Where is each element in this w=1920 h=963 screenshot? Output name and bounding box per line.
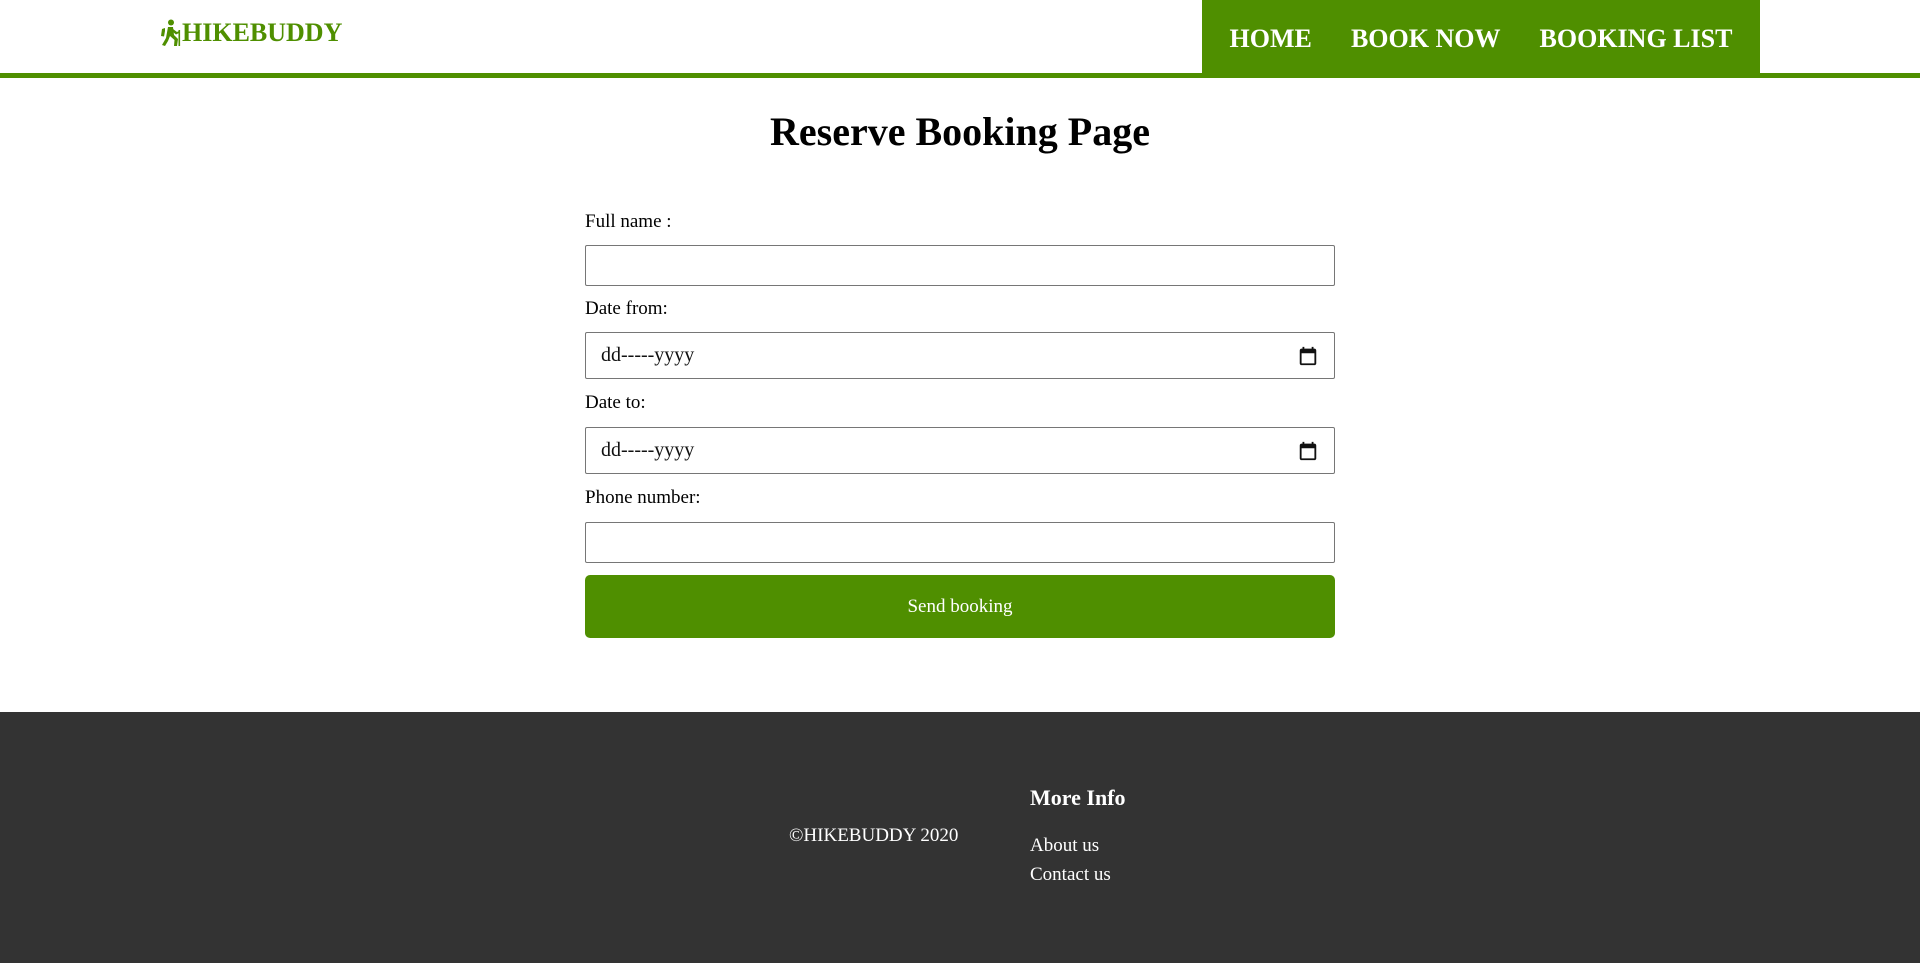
date-from-label: Date from:: [585, 298, 668, 319]
nav-booking-list[interactable]: BOOKING LIST: [1540, 24, 1733, 54]
site-header: HIKEBUDDY HOME BOOK NOW BOOKING LIST: [0, 0, 1920, 78]
logo-link[interactable]: HIKEBUDDY: [159, 18, 342, 48]
page: HIKEBUDDY HOME BOOK NOW BOOKING LIST Res…: [0, 0, 1920, 963]
hiker-icon: [161, 19, 181, 46]
calendar-icon[interactable]: [1297, 345, 1319, 367]
full-name-input[interactable]: [585, 245, 1335, 286]
full-name-label: Full name :: [585, 211, 672, 232]
date-from-placeholder: dd-----yyyy: [601, 344, 695, 366]
booking-form: Full name : Date from: dd-----yyyy Date …: [585, 208, 1335, 638]
contact-us-link[interactable]: Contact us: [1030, 864, 1111, 886]
nav-book-now[interactable]: BOOK NOW: [1351, 24, 1501, 54]
date-to-placeholder: dd-----yyyy: [601, 439, 695, 461]
calendar-icon[interactable]: [1297, 440, 1319, 462]
phone-label: Phone number:: [585, 487, 701, 508]
date-to-label: Date to:: [585, 392, 646, 413]
send-booking-button[interactable]: Send booking: [585, 575, 1335, 638]
more-info-heading: More Info: [1030, 785, 1126, 810]
site-footer: ©HIKEBUDDY 2020 More Info About us Conta…: [0, 712, 1920, 963]
page-title: Reserve Booking Page: [770, 109, 1150, 154]
logo-text: HIKEBUDDY: [182, 18, 343, 47]
about-us-link[interactable]: About us: [1030, 835, 1099, 857]
main-nav: HOME BOOK NOW BOOKING LIST: [1202, 0, 1760, 78]
copyright-text: ©HIKEBUDDY 2020: [789, 825, 959, 846]
date-from-input[interactable]: dd-----yyyy: [585, 332, 1335, 379]
phone-input[interactable]: [585, 522, 1335, 563]
date-to-input[interactable]: dd-----yyyy: [585, 427, 1335, 474]
nav-home[interactable]: HOME: [1230, 24, 1312, 54]
